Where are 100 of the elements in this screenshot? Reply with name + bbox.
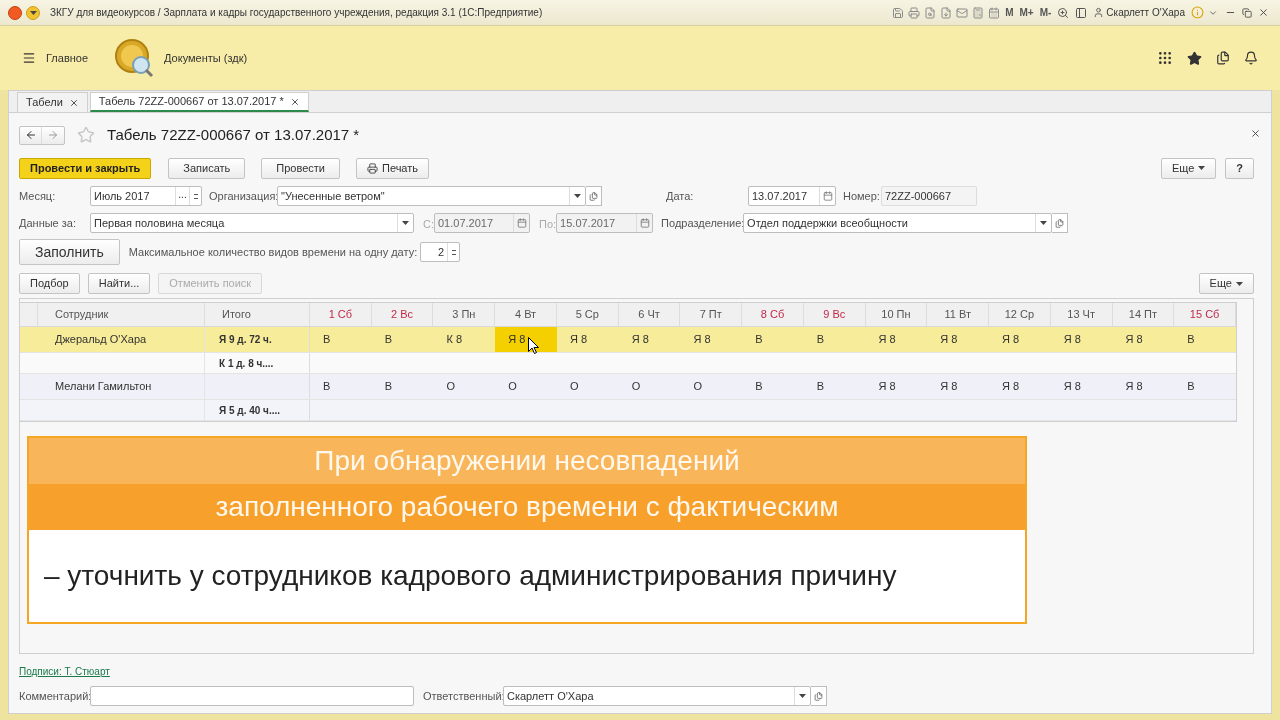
printer-icon[interactable] xyxy=(908,6,921,19)
day-cell[interactable]: Я 8 xyxy=(1112,327,1175,352)
column-header[interactable]: Сотрудник xyxy=(38,303,205,326)
day-cell[interactable]: К 8 xyxy=(433,327,496,352)
column-header[interactable]: 11 Вт xyxy=(927,303,990,326)
main-menu-button[interactable] xyxy=(26,5,40,20)
signatures-link[interactable]: Подписи: Т. Стюарт xyxy=(19,664,110,679)
day-cell[interactable]: Я 8 xyxy=(989,327,1051,352)
calendar-icon[interactable] xyxy=(988,6,1001,19)
column-header[interactable]: 1 Сб xyxy=(310,303,372,326)
day-cell[interactable]: Я 8 xyxy=(865,374,928,399)
day-cell[interactable]: Я 8 xyxy=(989,374,1051,399)
day-cell[interactable]: В xyxy=(742,327,804,352)
month-field[interactable]: Июль 2017 ... xyxy=(90,186,202,206)
open-button[interactable] xyxy=(1052,213,1069,233)
day-cell[interactable]: Я 8 xyxy=(1112,374,1175,399)
save-icon[interactable] xyxy=(892,6,905,19)
calendar-icon[interactable] xyxy=(822,191,833,201)
responsible-field[interactable]: Скарлетт О'Хара xyxy=(503,686,811,706)
post-and-close-button[interactable]: Провести и закрыть xyxy=(19,157,152,179)
comment-field[interactable] xyxy=(90,686,414,706)
column-header[interactable]: 4 Вт xyxy=(495,303,557,326)
column-header[interactable]: 3 Пн xyxy=(433,303,496,326)
print-button[interactable]: Печать xyxy=(356,157,430,179)
day-cell[interactable]: Я 8 xyxy=(1050,374,1113,399)
organization-field[interactable]: "Унесенные ветром" xyxy=(277,186,586,206)
day-cell[interactable]: В xyxy=(742,374,804,399)
close-icon[interactable] xyxy=(289,96,300,107)
fill-button[interactable]: Заполнить xyxy=(19,239,120,265)
period-field[interactable]: Первая половина месяца xyxy=(90,213,414,233)
document-tab[interactable]: Табель 72ZZ-000667 от 13.07.2017 * xyxy=(89,92,309,112)
memory-button[interactable]: M+ xyxy=(1019,5,1034,20)
table-row[interactable]: Я 5 д. 40 ч.... xyxy=(20,400,1236,421)
calendar-icon[interactable] xyxy=(516,218,527,228)
open-button[interactable] xyxy=(811,686,827,706)
column-header[interactable]: 5 Ср xyxy=(556,303,619,326)
column-header[interactable]: Итого xyxy=(205,303,310,326)
day-cell[interactable]: Я 8 xyxy=(680,327,743,352)
help-button[interactable]: ? xyxy=(1225,157,1254,179)
restore-icon[interactable] xyxy=(1242,7,1252,18)
menu-section[interactable]: Документы (здк) xyxy=(164,49,248,67)
column-header[interactable]: 7 Пт xyxy=(680,303,743,326)
table-row[interactable]: К 1 д. 8 ч.... xyxy=(20,353,1236,374)
command-button[interactable]: Провести xyxy=(261,157,340,179)
table-toolbar-button[interactable]: Найти... xyxy=(87,273,151,294)
day-cell[interactable]: Я 8 xyxy=(556,327,619,352)
menu-icon[interactable] xyxy=(22,51,36,65)
day-cell[interactable]: Я 8 xyxy=(927,374,990,399)
date-field[interactable]: 13.07.2017 xyxy=(748,186,836,206)
day-cell[interactable]: В xyxy=(1174,374,1236,399)
star-icon[interactable] xyxy=(1187,50,1202,66)
day-cell[interactable]: В xyxy=(1174,327,1236,352)
user-name[interactable]: Скарлетт О'Хара xyxy=(1106,5,1185,20)
column-header[interactable]: 15 Сб xyxy=(1174,303,1236,326)
choose-button[interactable]: ... xyxy=(175,187,189,205)
calendar-icon[interactable] xyxy=(639,218,650,228)
document-tab[interactable]: Табели xyxy=(17,92,88,112)
day-cell[interactable]: Я 8 xyxy=(927,327,990,352)
close-icon[interactable] xyxy=(68,97,79,108)
column-header[interactable]: 2 Вс xyxy=(371,303,434,326)
coin-magnifier-icon[interactable] xyxy=(114,38,155,78)
mail-icon[interactable] xyxy=(956,6,969,19)
grid-icon[interactable] xyxy=(1157,50,1173,66)
day-cell[interactable]: В xyxy=(803,327,866,352)
number-field[interactable]: 72ZZ-000667 xyxy=(881,186,977,206)
open-button[interactable] xyxy=(586,186,602,206)
day-cell[interactable]: В xyxy=(371,374,434,399)
memory-button[interactable]: M xyxy=(1005,5,1014,20)
day-cell[interactable]: Я 8 xyxy=(865,327,928,352)
column-header[interactable]: 10 Пн xyxy=(865,303,928,326)
close-icon[interactable] xyxy=(1250,128,1261,139)
column-header[interactable]: 8 Сб xyxy=(742,303,804,326)
memory-button[interactable]: M- xyxy=(1039,5,1052,20)
download-icon[interactable] xyxy=(940,6,953,19)
column-header[interactable]: 6 Чт xyxy=(618,303,681,326)
day-cell[interactable]: О xyxy=(495,374,557,399)
department-field[interactable]: Отдел поддержки всеобщности xyxy=(743,213,1053,233)
column-header[interactable]: 13 Чт xyxy=(1050,303,1113,326)
day-cell[interactable]: В xyxy=(371,327,434,352)
day-cell[interactable]: О xyxy=(556,374,619,399)
day-cell[interactable]: О xyxy=(680,374,743,399)
close-icon[interactable] xyxy=(1258,7,1269,18)
day-cell[interactable]: Я 8 xyxy=(495,327,557,352)
day-cell[interactable]: В xyxy=(310,327,372,352)
panel-icon[interactable] xyxy=(1075,6,1088,19)
command-button[interactable]: Записать xyxy=(168,157,246,179)
column-header[interactable]: 12 Ср xyxy=(989,303,1051,326)
bell-icon[interactable] xyxy=(1244,51,1258,65)
preview-icon[interactable] xyxy=(924,6,937,19)
table-row[interactable]: Мелани Гамильтон В В О О О О О В В Я 8 Я 8 Я 8 Я 8 Я 8 В xyxy=(20,374,1236,400)
more-button[interactable]: Еще xyxy=(1198,273,1254,294)
favorite-star-icon[interactable] xyxy=(77,126,95,144)
spin-buttons-icon[interactable] xyxy=(189,187,201,205)
day-cell[interactable]: В xyxy=(803,374,866,399)
column-header[interactable]: 9 Вс xyxy=(803,303,866,326)
table-toolbar-button[interactable]: Подбор xyxy=(19,273,80,294)
day-cell[interactable]: О xyxy=(618,374,681,399)
day-cell[interactable]: О xyxy=(433,374,496,399)
table-row[interactable]: Джеральд О'Хара Я 9 д. 72 ч. В В К 8 Я 8 Я 8 Я 8 Я 8 В В Я 8 Я 8 Я 8 Я 8 Я 8 В xyxy=(20,327,1236,353)
more-button[interactable]: Еще xyxy=(1160,157,1217,179)
